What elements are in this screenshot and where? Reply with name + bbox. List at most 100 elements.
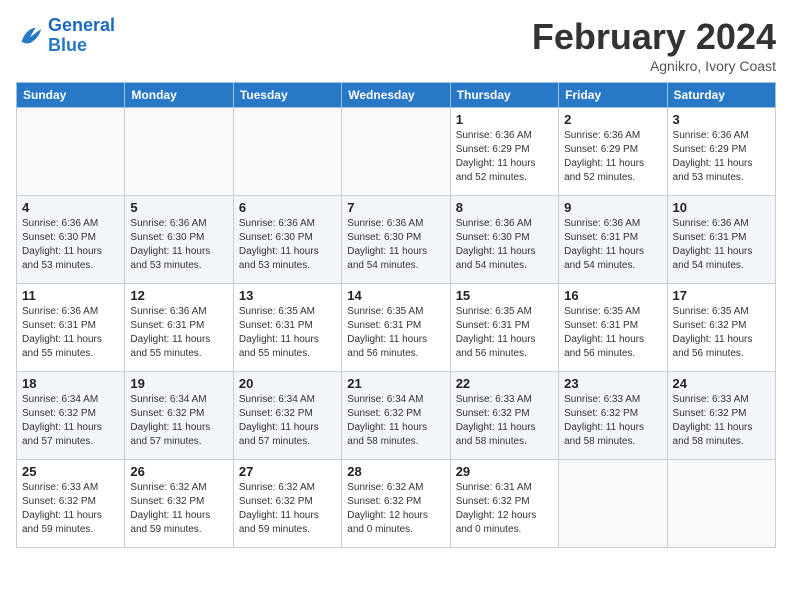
day-number: 20 bbox=[239, 376, 336, 391]
calendar-day-cell bbox=[342, 108, 450, 196]
logo: General Blue bbox=[16, 16, 115, 56]
weekday-header: Monday bbox=[125, 83, 233, 108]
day-info: Sunrise: 6:36 AMSunset: 6:31 PMDaylight:… bbox=[130, 305, 227, 361]
day-number: 11 bbox=[22, 288, 119, 303]
day-number: 26 bbox=[130, 464, 227, 479]
calendar-day-cell bbox=[17, 108, 125, 196]
location-subtitle: Agnikro, Ivory Coast bbox=[532, 58, 776, 74]
logo-icon bbox=[16, 22, 44, 50]
day-number: 15 bbox=[456, 288, 553, 303]
day-number: 4 bbox=[22, 200, 119, 215]
day-info: Sunrise: 6:36 AMSunset: 6:31 PMDaylight:… bbox=[564, 217, 661, 273]
calendar-day-cell: 17Sunrise: 6:35 AMSunset: 6:32 PMDayligh… bbox=[667, 284, 775, 372]
day-info: Sunrise: 6:33 AMSunset: 6:32 PMDaylight:… bbox=[22, 481, 119, 537]
calendar-day-cell: 10Sunrise: 6:36 AMSunset: 6:31 PMDayligh… bbox=[667, 196, 775, 284]
day-info: Sunrise: 6:31 AMSunset: 6:32 PMDaylight:… bbox=[456, 481, 553, 537]
day-info: Sunrise: 6:35 AMSunset: 6:31 PMDaylight:… bbox=[564, 305, 661, 361]
day-number: 24 bbox=[673, 376, 770, 391]
day-info: Sunrise: 6:34 AMSunset: 6:32 PMDaylight:… bbox=[347, 393, 444, 449]
calendar-day-cell: 5 Sunrise: 6:36 AMSunset: 6:30 PMDaylight… bbox=[125, 196, 233, 284]
day-number: 13 bbox=[239, 288, 336, 303]
day-info: Sunrise: 6:35 AMSunset: 6:31 PMDaylight:… bbox=[239, 305, 336, 361]
page-header: General Blue February 2024 Agnikro, Ivor… bbox=[16, 16, 776, 74]
day-number: 16 bbox=[564, 288, 661, 303]
calendar-day-cell: 15 Sunrise: 6:35 AMSunset: 6:31 PMDayligh… bbox=[450, 284, 558, 372]
day-info: Sunrise: 6:32 AMSunset: 6:32 PMDaylight:… bbox=[239, 481, 336, 537]
day-info: Sunrise: 6:35 AMSunset: 6:31 PMDaylight:… bbox=[456, 305, 553, 361]
calendar-day-cell: 6Sunrise: 6:36 AMSunset: 6:30 PMDaylight… bbox=[233, 196, 341, 284]
day-number: 12 bbox=[130, 288, 227, 303]
day-number: 23 bbox=[564, 376, 661, 391]
day-number: 2 bbox=[564, 112, 661, 127]
day-number: 8 bbox=[456, 200, 553, 215]
day-info: Sunrise: 6:36 AMSunset: 6:30 PMDaylight:… bbox=[347, 217, 444, 273]
calendar-day-cell: 1Sunrise: 6:36 AMSunset: 6:29 PMDaylight… bbox=[450, 108, 558, 196]
day-number: 22 bbox=[456, 376, 553, 391]
day-number: 29 bbox=[456, 464, 553, 479]
calendar-day-cell: 23 Sunrise: 6:33 AMSunset: 6:32 PMDayligh… bbox=[559, 372, 667, 460]
calendar-day-cell bbox=[559, 460, 667, 548]
calendar-day-cell: 12 Sunrise: 6:36 AMSunset: 6:31 PMDayligh… bbox=[125, 284, 233, 372]
calendar-week-row: 25 Sunrise: 6:33 AMSunset: 6:32 PMDayligh… bbox=[17, 460, 776, 548]
calendar-day-cell: 2 Sunrise: 6:36 AMSunset: 6:29 PMDaylight… bbox=[559, 108, 667, 196]
calendar-day-cell: 29 Sunrise: 6:31 AMSunset: 6:32 PMDayligh… bbox=[450, 460, 558, 548]
calendar-week-row: 4 Sunrise: 6:36 AMSunset: 6:30 PMDaylight… bbox=[17, 196, 776, 284]
calendar-day-cell bbox=[667, 460, 775, 548]
day-info: Sunrise: 6:35 AMSunset: 6:31 PMDaylight:… bbox=[347, 305, 444, 361]
day-info: Sunrise: 6:34 AMSunset: 6:32 PMDaylight:… bbox=[239, 393, 336, 449]
weekday-header-row: SundayMondayTuesdayWednesdayThursdayFrid… bbox=[17, 83, 776, 108]
day-number: 14 bbox=[347, 288, 444, 303]
calendar-day-cell: 21 Sunrise: 6:34 AMSunset: 6:32 PMDayligh… bbox=[342, 372, 450, 460]
logo-text: General Blue bbox=[48, 16, 115, 56]
calendar-day-cell: 24Sunrise: 6:33 AMSunset: 6:32 PMDayligh… bbox=[667, 372, 775, 460]
calendar-day-cell: 14 Sunrise: 6:35 AMSunset: 6:31 PMDayligh… bbox=[342, 284, 450, 372]
calendar-day-cell: 8 Sunrise: 6:36 AMSunset: 6:30 PMDaylight… bbox=[450, 196, 558, 284]
day-number: 18 bbox=[22, 376, 119, 391]
day-info: Sunrise: 6:36 AMSunset: 6:30 PMDaylight:… bbox=[22, 217, 119, 273]
calendar-day-cell: 13 Sunrise: 6:35 AMSunset: 6:31 PMDayligh… bbox=[233, 284, 341, 372]
day-info: Sunrise: 6:33 AMSunset: 6:32 PMDaylight:… bbox=[564, 393, 661, 449]
day-number: 27 bbox=[239, 464, 336, 479]
calendar-day-cell: 26 Sunrise: 6:32 AMSunset: 6:32 PMDayligh… bbox=[125, 460, 233, 548]
day-number: 25 bbox=[22, 464, 119, 479]
calendar-day-cell: 27 Sunrise: 6:32 AMSunset: 6:32 PMDayligh… bbox=[233, 460, 341, 548]
day-info: Sunrise: 6:36 AMSunset: 6:29 PMDaylight:… bbox=[456, 129, 553, 185]
calendar-day-cell: 19Sunrise: 6:34 AMSunset: 6:32 PMDayligh… bbox=[125, 372, 233, 460]
calendar-day-cell: 20 Sunrise: 6:34 AMSunset: 6:32 PMDayligh… bbox=[233, 372, 341, 460]
day-info: Sunrise: 6:34 AMSunset: 6:32 PMDaylight:… bbox=[130, 393, 227, 449]
title-block: February 2024 Agnikro, Ivory Coast bbox=[532, 16, 776, 74]
day-number: 5 bbox=[130, 200, 227, 215]
day-info: Sunrise: 6:33 AMSunset: 6:32 PMDaylight:… bbox=[456, 393, 553, 449]
calendar-day-cell bbox=[125, 108, 233, 196]
day-info: Sunrise: 6:32 AMSunset: 6:32 PMDaylight:… bbox=[130, 481, 227, 537]
day-number: 7 bbox=[347, 200, 444, 215]
day-info: Sunrise: 6:36 AMSunset: 6:31 PMDaylight:… bbox=[673, 217, 770, 273]
calendar-day-cell: 28 Sunrise: 6:32 AMSunset: 6:32 PMDayligh… bbox=[342, 460, 450, 548]
calendar-week-row: 18 Sunrise: 6:34 AMSunset: 6:32 PMDayligh… bbox=[17, 372, 776, 460]
day-info: Sunrise: 6:36 AMSunset: 6:29 PMDaylight:… bbox=[564, 129, 661, 185]
weekday-header: Wednesday bbox=[342, 83, 450, 108]
day-info: Sunrise: 6:36 AMSunset: 6:31 PMDaylight:… bbox=[22, 305, 119, 361]
calendar-day-cell: 7 Sunrise: 6:36 AMSunset: 6:30 PMDaylight… bbox=[342, 196, 450, 284]
calendar-week-row: 11 Sunrise: 6:36 AMSunset: 6:31 PMDayligh… bbox=[17, 284, 776, 372]
day-info: Sunrise: 6:36 AMSunset: 6:30 PMDaylight:… bbox=[456, 217, 553, 273]
day-info: Sunrise: 6:36 AMSunset: 6:30 PMDaylight:… bbox=[130, 217, 227, 273]
calendar-week-row: 1Sunrise: 6:36 AMSunset: 6:29 PMDaylight… bbox=[17, 108, 776, 196]
calendar-day-cell: 4 Sunrise: 6:36 AMSunset: 6:30 PMDaylight… bbox=[17, 196, 125, 284]
weekday-header: Tuesday bbox=[233, 83, 341, 108]
calendar-day-cell: 18 Sunrise: 6:34 AMSunset: 6:32 PMDayligh… bbox=[17, 372, 125, 460]
calendar-day-cell: 11 Sunrise: 6:36 AMSunset: 6:31 PMDayligh… bbox=[17, 284, 125, 372]
month-title: February 2024 bbox=[532, 16, 776, 58]
weekday-header: Thursday bbox=[450, 83, 558, 108]
calendar-day-cell: 25 Sunrise: 6:33 AMSunset: 6:32 PMDayligh… bbox=[17, 460, 125, 548]
calendar-day-cell bbox=[233, 108, 341, 196]
calendar-day-cell: 3 Sunrise: 6:36 AMSunset: 6:29 PMDaylight… bbox=[667, 108, 775, 196]
weekday-header: Sunday bbox=[17, 83, 125, 108]
day-info: Sunrise: 6:36 AMSunset: 6:29 PMDaylight:… bbox=[673, 129, 770, 185]
day-info: Sunrise: 6:34 AMSunset: 6:32 PMDaylight:… bbox=[22, 393, 119, 449]
day-info: Sunrise: 6:32 AMSunset: 6:32 PMDaylight:… bbox=[347, 481, 444, 537]
day-number: 21 bbox=[347, 376, 444, 391]
day-number: 28 bbox=[347, 464, 444, 479]
calendar-day-cell: 16 Sunrise: 6:35 AMSunset: 6:31 PMDayligh… bbox=[559, 284, 667, 372]
day-number: 3 bbox=[673, 112, 770, 127]
